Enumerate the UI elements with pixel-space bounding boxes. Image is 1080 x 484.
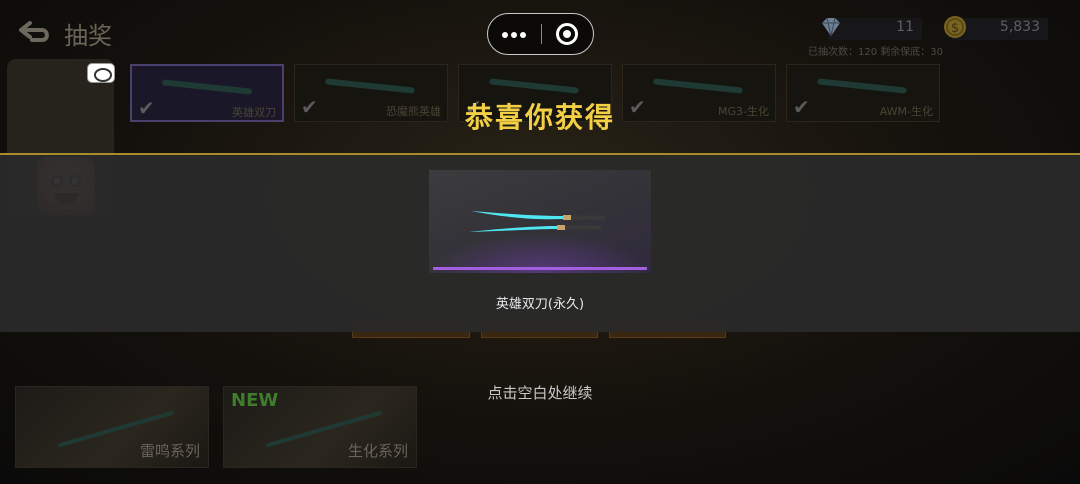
diamond-icon: [822, 17, 840, 37]
mini-program-capsule: [487, 13, 594, 55]
mask-badge-icon: [87, 63, 115, 83]
rarity-bar: [433, 267, 647, 270]
series-label: 生化系列: [347, 442, 408, 460]
reward-item-name: 英雄双刀(永久): [495, 297, 585, 312]
weapon-image: [161, 79, 253, 95]
diamond-balance: 11: [818, 14, 922, 42]
weapon-image: [324, 78, 416, 94]
gold-coin-icon: $: [944, 16, 966, 38]
reward-item-card: [429, 170, 651, 273]
gold-count: 5,833: [999, 19, 1040, 35]
back-arrow-icon[interactable]: [18, 20, 52, 44]
svg-text:$: $: [951, 21, 959, 36]
continue-hint[interactable]: 点击空白处继续: [0, 382, 1080, 403]
gold-balance: $ 5,833: [942, 14, 1048, 42]
weapon-image: [816, 78, 908, 94]
series-label: 雷鸣系列: [139, 442, 200, 460]
draw-info: 已抽次数：120 剩余保底：30: [808, 47, 943, 58]
weapon-image: [652, 78, 744, 94]
more-dots-icon[interactable]: [488, 14, 541, 54]
diamond-count: 11: [896, 19, 914, 35]
dual-blades-icon: [469, 211, 605, 232]
reward-title: 恭喜你获得: [464, 101, 615, 134]
close-target-icon[interactable]: [542, 14, 594, 54]
page-title: 抽奖: [64, 22, 112, 50]
weapon-image: [488, 78, 580, 94]
